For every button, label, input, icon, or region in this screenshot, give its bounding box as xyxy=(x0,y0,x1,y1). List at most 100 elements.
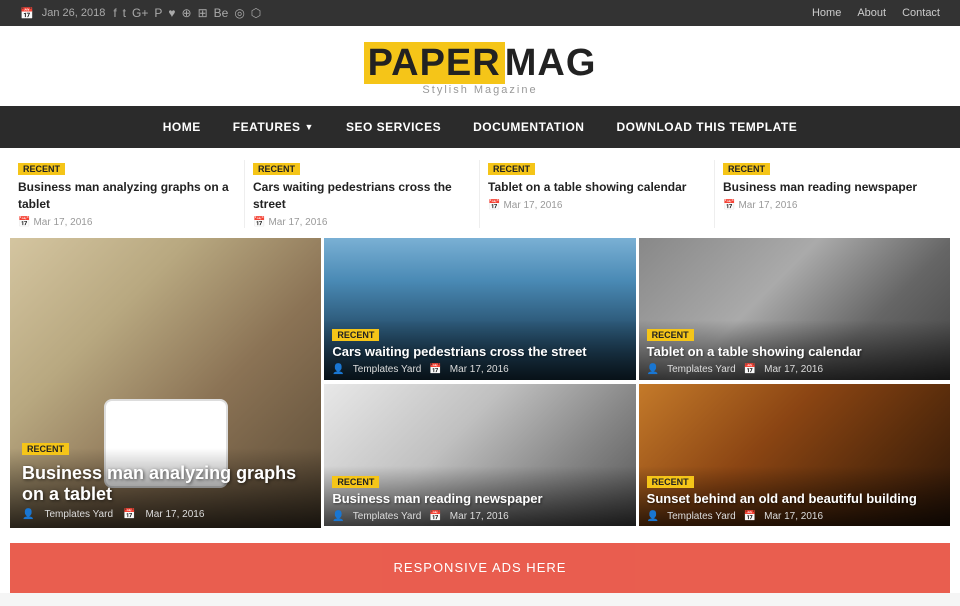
teaser-1-title: Business man analyzing graphs on a table… xyxy=(18,179,236,213)
nav-features[interactable]: FEATURES ▼ xyxy=(217,106,330,148)
cars-city-overlay: RECENT Cars waiting pedestrians cross th… xyxy=(324,318,635,381)
cars-author: Templates Yard xyxy=(353,364,422,375)
cars-city-title: Cars waiting pedestrians cross the stree… xyxy=(332,344,627,361)
share-icon[interactable]: ⬡ xyxy=(251,6,261,20)
main-card-date-icon: 📅 xyxy=(123,509,135,520)
facebook-icon[interactable]: f xyxy=(113,6,116,20)
teaser-2-title: Cars waiting pedestrians cross the stree… xyxy=(253,179,471,213)
card-cars-city[interactable]: RECENT Cars waiting pedestrians cross th… xyxy=(324,238,635,382)
twitter-icon[interactable]: t xyxy=(123,6,126,20)
site-tagline: Stylish Magazine xyxy=(0,84,960,96)
newspaper-title: Business man reading newspaper xyxy=(332,491,627,508)
content-wrapper: RECENT Business man analyzing graphs on … xyxy=(0,148,960,593)
top-bar-left: 📅 Jan 26, 2018 f t G+ P ♥ ⊕ ⊞ Be ◎ ⬡ xyxy=(20,6,261,20)
teaser-3-title: Tablet on a table showing calendar xyxy=(488,179,706,196)
main-card-author: Templates Yard xyxy=(44,509,113,520)
cars-date: Mar 17, 2016 xyxy=(450,364,509,375)
top-date: Jan 26, 2018 xyxy=(42,7,106,19)
keyboard-date: Mar 17, 2016 xyxy=(764,364,823,375)
main-card-overlay: RECENT Business man analyzing graphs on … xyxy=(10,428,321,528)
teaser-2-badge: RECENT xyxy=(253,163,300,175)
newspaper-author-icon: 👤 xyxy=(332,511,344,522)
cal-icon-3: 📅 xyxy=(488,200,500,211)
features-arrow: ▼ xyxy=(305,122,314,132)
main-card-title: Business man analyzing graphs on a table… xyxy=(22,463,309,505)
nav-home[interactable]: HOME xyxy=(147,106,217,148)
site-title-part1: PAPER xyxy=(364,42,505,84)
ad-banner: RESPONSIVE ADS HERE xyxy=(10,543,950,593)
nav-download[interactable]: DOWNLOAD THIS TEMPLATE xyxy=(600,106,813,148)
teaser-4-title: Business man reading newspaper xyxy=(723,179,942,196)
building-meta: 👤 Templates Yard 📅 Mar 17, 2016 xyxy=(647,511,942,522)
cars-date-icon: 📅 xyxy=(429,364,441,375)
ad-banner-text: RESPONSIVE ADS HERE xyxy=(394,560,567,575)
top-nav-contact[interactable]: Contact xyxy=(902,7,940,19)
card-building[interactable]: RECENT Sunset behind an old and beautifu… xyxy=(639,384,950,528)
main-card-badge: RECENT xyxy=(22,443,69,455)
top-teasers: RECENT Business man analyzing graphs on … xyxy=(0,148,960,234)
teaser-2-date: 📅 Mar 17, 2016 xyxy=(253,217,471,228)
teaser-1[interactable]: RECENT Business man analyzing graphs on … xyxy=(10,160,245,228)
teaser-4-badge: RECENT xyxy=(723,163,770,175)
top-nav-home[interactable]: Home xyxy=(812,7,841,19)
newspaper-author: Templates Yard xyxy=(353,511,422,522)
cal-icon-2: 📅 xyxy=(253,217,265,228)
teaser-3-badge: RECENT xyxy=(488,163,535,175)
social-icons: f t G+ P ♥ ⊕ ⊞ Be ◎ ⬡ xyxy=(113,6,261,20)
building-author-icon: 👤 xyxy=(647,511,659,522)
card-keyboard[interactable]: RECENT Tablet on a table showing calenda… xyxy=(639,238,950,382)
dribbble-icon[interactable]: ⊕ xyxy=(182,6,192,20)
building-title: Sunset behind an old and beautiful build… xyxy=(647,491,942,508)
nav-documentation[interactable]: DOCUMENTATION xyxy=(457,106,600,148)
site-title: PAPERMAG xyxy=(0,44,960,82)
teaser-4[interactable]: RECENT Business man reading newspaper 📅 … xyxy=(715,160,950,228)
keyboard-date-icon: 📅 xyxy=(744,364,756,375)
building-badge: RECENT xyxy=(647,476,694,488)
teaser-3[interactable]: RECENT Tablet on a table showing calenda… xyxy=(480,160,715,228)
cars-city-meta: 👤 Templates Yard 📅 Mar 17, 2016 xyxy=(332,364,627,375)
building-date: Mar 17, 2016 xyxy=(764,511,823,522)
googleplus-icon[interactable]: G+ xyxy=(132,6,148,20)
card-newspaper[interactable]: RECENT Business man reading newspaper 👤 … xyxy=(324,384,635,528)
calendar-icon: 📅 xyxy=(20,7,34,20)
top-bar-nav: Home About Contact xyxy=(812,7,940,19)
newspaper-meta: 👤 Templates Yard 📅 Mar 17, 2016 xyxy=(332,511,627,522)
newspaper-date-icon: 📅 xyxy=(429,511,441,522)
instagram-icon[interactable]: ◎ xyxy=(234,6,244,20)
teaser-1-date: 📅 Mar 17, 2016 xyxy=(18,217,236,228)
teaser-3-date: 📅 Mar 17, 2016 xyxy=(488,200,706,211)
main-nav: HOME FEATURES ▼ SEO SERVICES DOCUMENTATI… xyxy=(0,106,960,148)
building-author: Templates Yard xyxy=(667,511,736,522)
building-overlay: RECENT Sunset behind an old and beautifu… xyxy=(639,465,950,528)
newspaper-badge: RECENT xyxy=(332,476,379,488)
cal-icon-4: 📅 xyxy=(723,200,735,211)
pinterest-icon[interactable]: P xyxy=(154,6,162,20)
rss-icon[interactable]: ⊞ xyxy=(198,6,208,20)
behance-icon[interactable]: Be xyxy=(214,6,229,20)
nav-seo[interactable]: SEO SERVICES xyxy=(330,106,457,148)
keyboard-author-icon: 👤 xyxy=(647,364,659,375)
keyboard-meta: 👤 Templates Yard 📅 Mar 17, 2016 xyxy=(647,364,942,375)
teaser-1-badge: RECENT xyxy=(18,163,65,175)
keyboard-title: Tablet on a table showing calendar xyxy=(647,344,942,361)
keyboard-author: Templates Yard xyxy=(667,364,736,375)
top-nav-about[interactable]: About xyxy=(857,7,886,19)
cars-author-icon: 👤 xyxy=(332,364,344,375)
keyboard-badge: RECENT xyxy=(647,329,694,341)
site-header: PAPERMAG Stylish Magazine xyxy=(0,26,960,106)
teaser-4-date: 📅 Mar 17, 2016 xyxy=(723,200,942,211)
cars-city-badge: RECENT xyxy=(332,329,379,341)
heart-icon[interactable]: ♥ xyxy=(168,6,175,20)
cal-icon-1: 📅 xyxy=(18,217,30,228)
building-date-icon: 📅 xyxy=(744,511,756,522)
featured-grid: RECENT Business man analyzing graphs on … xyxy=(0,234,960,538)
newspaper-overlay: RECENT Business man reading newspaper 👤 … xyxy=(324,465,635,528)
featured-main-card[interactable]: RECENT Business man analyzing graphs on … xyxy=(10,238,321,528)
main-card-date: Mar 17, 2016 xyxy=(145,509,204,520)
teaser-2[interactable]: RECENT Cars waiting pedestrians cross th… xyxy=(245,160,480,228)
site-title-part2: MAG xyxy=(505,42,597,84)
newspaper-date: Mar 17, 2016 xyxy=(450,511,509,522)
main-card-author-icon: 👤 xyxy=(22,509,34,520)
top-bar: 📅 Jan 26, 2018 f t G+ P ♥ ⊕ ⊞ Be ◎ ⬡ Hom… xyxy=(0,0,960,26)
keyboard-overlay: RECENT Tablet on a table showing calenda… xyxy=(639,318,950,381)
